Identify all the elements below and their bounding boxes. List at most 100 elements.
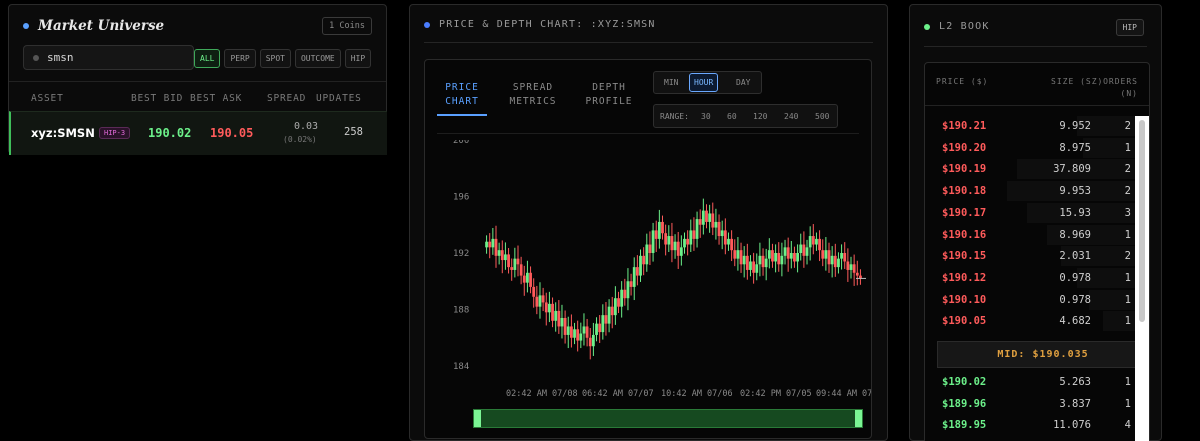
scrollbar[interactable] <box>1135 116 1149 441</box>
range-60-button[interactable]: 60 <box>727 112 737 121</box>
col-updates[interactable]: UPDATES <box>316 93 362 104</box>
candle-body <box>670 236 674 251</box>
candle-body <box>560 317 564 327</box>
ask-level-row[interactable]: $190.12 0.978 1 <box>925 267 1149 289</box>
range-240-button[interactable]: 240 <box>784 112 798 121</box>
ask-level-row[interactable]: $190.15 2.031 2 <box>925 245 1149 267</box>
timeframe-min-button[interactable]: MIN <box>660 75 682 90</box>
ask-level-row[interactable]: $190.17 15.93 3 <box>925 202 1149 224</box>
divider <box>424 42 873 43</box>
candle-body <box>491 238 495 248</box>
tab-spread-metrics[interactable]: SPREAD METRICS <box>503 81 563 109</box>
candle-body <box>510 267 514 270</box>
ask-level-row[interactable]: $190.21 9.952 2 <box>925 115 1149 137</box>
filter-hip-button[interactable]: HIP <box>344 49 372 68</box>
asset-search[interactable] <box>23 45 194 70</box>
candle-body <box>617 298 620 307</box>
ask-level-row[interactable]: $190.05 4.682 1 <box>925 310 1149 332</box>
candle-body <box>673 241 677 251</box>
divider <box>437 133 859 134</box>
bid-level-row[interactable]: $190.02 5.263 1 <box>925 371 1149 393</box>
candle-body <box>846 261 850 270</box>
candle-body <box>522 275 526 283</box>
candle-body <box>566 326 570 335</box>
col-asset[interactable]: ASSET <box>31 93 64 104</box>
range-120-button[interactable]: 120 <box>753 112 767 121</box>
candle-body <box>808 236 812 248</box>
range-slider-right-handle[interactable] <box>855 410 862 427</box>
l2-book-header: L2 BOOK <box>924 21 990 32</box>
filter-perp-button[interactable]: PERP <box>224 49 256 68</box>
divider <box>924 46 1147 47</box>
table-row[interactable]: xyz:SMSN HIP-3 190.02 190.05 0.03 (0.02%… <box>9 111 387 155</box>
tab-depth-profile[interactable]: DEPTH PROFILE <box>581 81 637 109</box>
bid-level-row[interactable]: $189.95 11.076 4 <box>925 414 1149 436</box>
ask-price: $190.19 <box>942 163 987 176</box>
candle-body <box>620 289 624 307</box>
candle-body <box>698 219 702 225</box>
bid-price: $189.95 <box>942 419 987 432</box>
candle-body <box>548 303 551 313</box>
range-500-button[interactable]: 500 <box>815 112 829 121</box>
ask-level-row[interactable]: $190.20 8.975 1 <box>925 137 1149 159</box>
filter-outcome-button[interactable]: OUTCOME <box>294 49 341 68</box>
candlestick-chart[interactable]: 200 196 192 188 184 02:42 AM 07/08 06:42 AM 07… <box>425 140 871 410</box>
ask-price: $190.12 <box>942 271 987 284</box>
spread-percent: (0.02%) <box>283 135 317 144</box>
range-selector: RANGE: 30 60 120 240 500 <box>653 104 838 128</box>
col-spread[interactable]: SPREAD <box>267 93 306 104</box>
candle-body <box>761 255 765 268</box>
col-best-ask[interactable]: BEST ASK <box>190 93 242 104</box>
filter-spot-button[interactable]: SPOT <box>259 49 291 68</box>
timeframe-hour-button[interactable]: HOUR <box>689 73 719 92</box>
asset-search-input[interactable] <box>47 51 167 64</box>
ask-orders: 1 <box>1124 228 1131 241</box>
ask-orders: 1 <box>1124 315 1131 328</box>
filter-all-button[interactable]: ALL <box>194 49 221 68</box>
hip3-badge: HIP-3 <box>99 127 131 139</box>
candle-body <box>551 303 554 321</box>
candle-body <box>852 264 856 273</box>
candle-body <box>629 281 633 287</box>
range-slider[interactable] <box>473 409 863 428</box>
ask-size: 8.975 <box>1059 141 1091 154</box>
search-icon <box>33 54 39 61</box>
candle-body <box>535 296 539 307</box>
candle-body <box>513 258 517 270</box>
bid-orders: 4 <box>1124 419 1131 432</box>
x-tick-label: 02:42 AM 07/08 <box>506 389 578 399</box>
candle-body <box>840 253 843 259</box>
ask-level-row[interactable]: $190.19 37.809 2 <box>925 158 1149 180</box>
range-30-button[interactable]: 30 <box>701 112 711 121</box>
candle-body <box>651 230 655 253</box>
timeframe-day-button[interactable]: DAY <box>732 75 754 90</box>
ask-level-row[interactable]: $190.10 0.978 1 <box>925 289 1149 311</box>
x-tick-label: 10:42 AM 07/06 <box>661 389 733 399</box>
chart-container: PRICE CHART SPREAD METRICS DEPTH PROFILE… <box>424 59 872 439</box>
ask-level-row[interactable]: $190.18 9.953 2 <box>925 180 1149 202</box>
candle-body <box>676 241 680 256</box>
status-dot-icon <box>23 23 29 29</box>
bid-orders: 1 <box>1124 376 1131 388</box>
range-slider-left-handle[interactable] <box>474 410 481 427</box>
market-universe-header: Market Universe <box>23 18 164 34</box>
candle-body <box>689 230 693 245</box>
candle-body <box>598 323 602 333</box>
best-ask-value: 190.05 <box>210 126 254 140</box>
bid-level-row[interactable]: $189.96 3.837 1 <box>925 393 1149 415</box>
candle-body <box>635 267 639 276</box>
candle-body <box>607 306 611 324</box>
candle-body <box>849 264 853 270</box>
candle-body <box>657 221 661 239</box>
bid-size: 3.837 <box>1059 397 1091 410</box>
candle-body <box>526 272 529 283</box>
col-best-bid[interactable]: BEST BID <box>131 93 183 104</box>
scrollbar-thumb[interactable] <box>1139 120 1145 322</box>
ask-level-row[interactable]: $190.16 8.969 1 <box>925 224 1149 246</box>
hip-badge[interactable]: HIP <box>1115 19 1144 36</box>
x-tick-label: 09:44 AM 07/0 <box>816 389 871 399</box>
candle-body <box>742 255 746 265</box>
candle-body <box>793 253 796 262</box>
y-tick-label: 196 <box>453 193 469 203</box>
tab-price-chart[interactable]: PRICE CHART <box>437 81 487 109</box>
